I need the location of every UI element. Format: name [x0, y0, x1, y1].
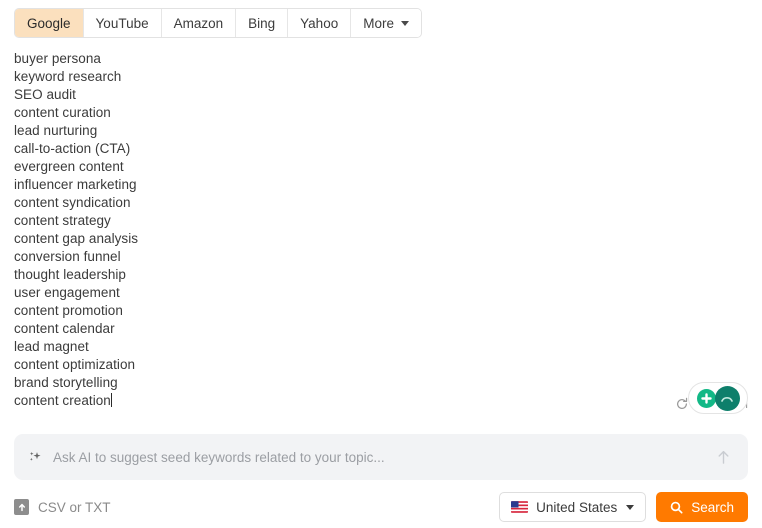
search-icon — [670, 501, 683, 514]
search-button[interactable]: Search — [656, 492, 748, 522]
sparkle-icon — [28, 450, 43, 465]
tab-label: Yahoo — [300, 16, 338, 31]
country-label: United States — [536, 500, 617, 515]
tab-label: YouTube — [96, 16, 149, 31]
keyword-line: content promotion — [14, 302, 748, 320]
chevron-down-icon — [626, 505, 634, 510]
keyword-line: call-to-action (CTA) — [14, 140, 748, 158]
tab-label: Google — [27, 16, 71, 31]
tab-label: Amazon — [174, 16, 224, 31]
keyword-line: content calendar — [14, 320, 748, 338]
bottom-action-bar: CSV or TXT United States Search — [14, 492, 748, 522]
keyword-line: lead magnet — [14, 338, 748, 356]
keyword-line: SEO audit — [14, 86, 748, 104]
plus-circle-icon[interactable] — [697, 389, 716, 408]
keyword-line: brand storytelling — [14, 374, 748, 392]
arrow-up-icon — [716, 449, 731, 465]
keyword-line: conversion funnel — [14, 248, 748, 266]
us-flag-icon — [511, 501, 528, 513]
keyword-line: user engagement — [14, 284, 748, 302]
keyword-line: buyer persona — [14, 50, 748, 68]
ai-suggest-bar — [14, 434, 748, 480]
upload-file-button[interactable]: CSV or TXT — [14, 499, 111, 515]
upload-file-label: CSV or TXT — [38, 500, 111, 515]
tab-google[interactable]: Google — [15, 9, 84, 37]
tab-yahoo[interactable]: Yahoo — [288, 9, 351, 37]
tab-more[interactable]: More — [351, 9, 421, 37]
ai-suggest-input[interactable] — [53, 450, 712, 465]
tab-bing[interactable]: Bing — [236, 9, 288, 37]
loading-arc-icon[interactable] — [715, 386, 740, 411]
keyword-line: evergreen content — [14, 158, 748, 176]
bottom-right-controls: United States Search — [499, 492, 748, 522]
search-button-label: Search — [691, 500, 734, 515]
engine-tab-bar: Google YouTube Amazon Bing Yahoo More — [14, 8, 422, 38]
tab-youtube[interactable]: YouTube — [84, 9, 162, 37]
keyword-line: content curation — [14, 104, 748, 122]
tab-label: Bing — [248, 16, 275, 31]
keyword-line: lead nurturing — [14, 122, 748, 140]
keyword-line: thought leadership — [14, 266, 748, 284]
ai-assistant-badge-pill[interactable] — [688, 382, 748, 414]
keyword-line: content strategy — [14, 212, 748, 230]
tab-label: More — [363, 16, 394, 31]
text-cursor — [111, 393, 112, 407]
keyword-line: content creation — [14, 392, 112, 410]
keyword-line: content gap analysis — [14, 230, 748, 248]
tab-amazon[interactable]: Amazon — [162, 9, 237, 37]
ai-submit-button[interactable] — [712, 446, 734, 468]
keyword-line: influencer marketing — [14, 176, 748, 194]
keyword-line: content syndication — [14, 194, 748, 212]
chevron-down-icon — [401, 21, 409, 26]
country-selector[interactable]: United States — [499, 492, 646, 522]
upload-file-icon — [14, 499, 29, 515]
keyword-line: content optimization — [14, 356, 748, 374]
seed-keywords-textarea[interactable]: buyer personakeyword researchSEO auditco… — [14, 50, 748, 412]
keyword-line: keyword research — [14, 68, 748, 86]
